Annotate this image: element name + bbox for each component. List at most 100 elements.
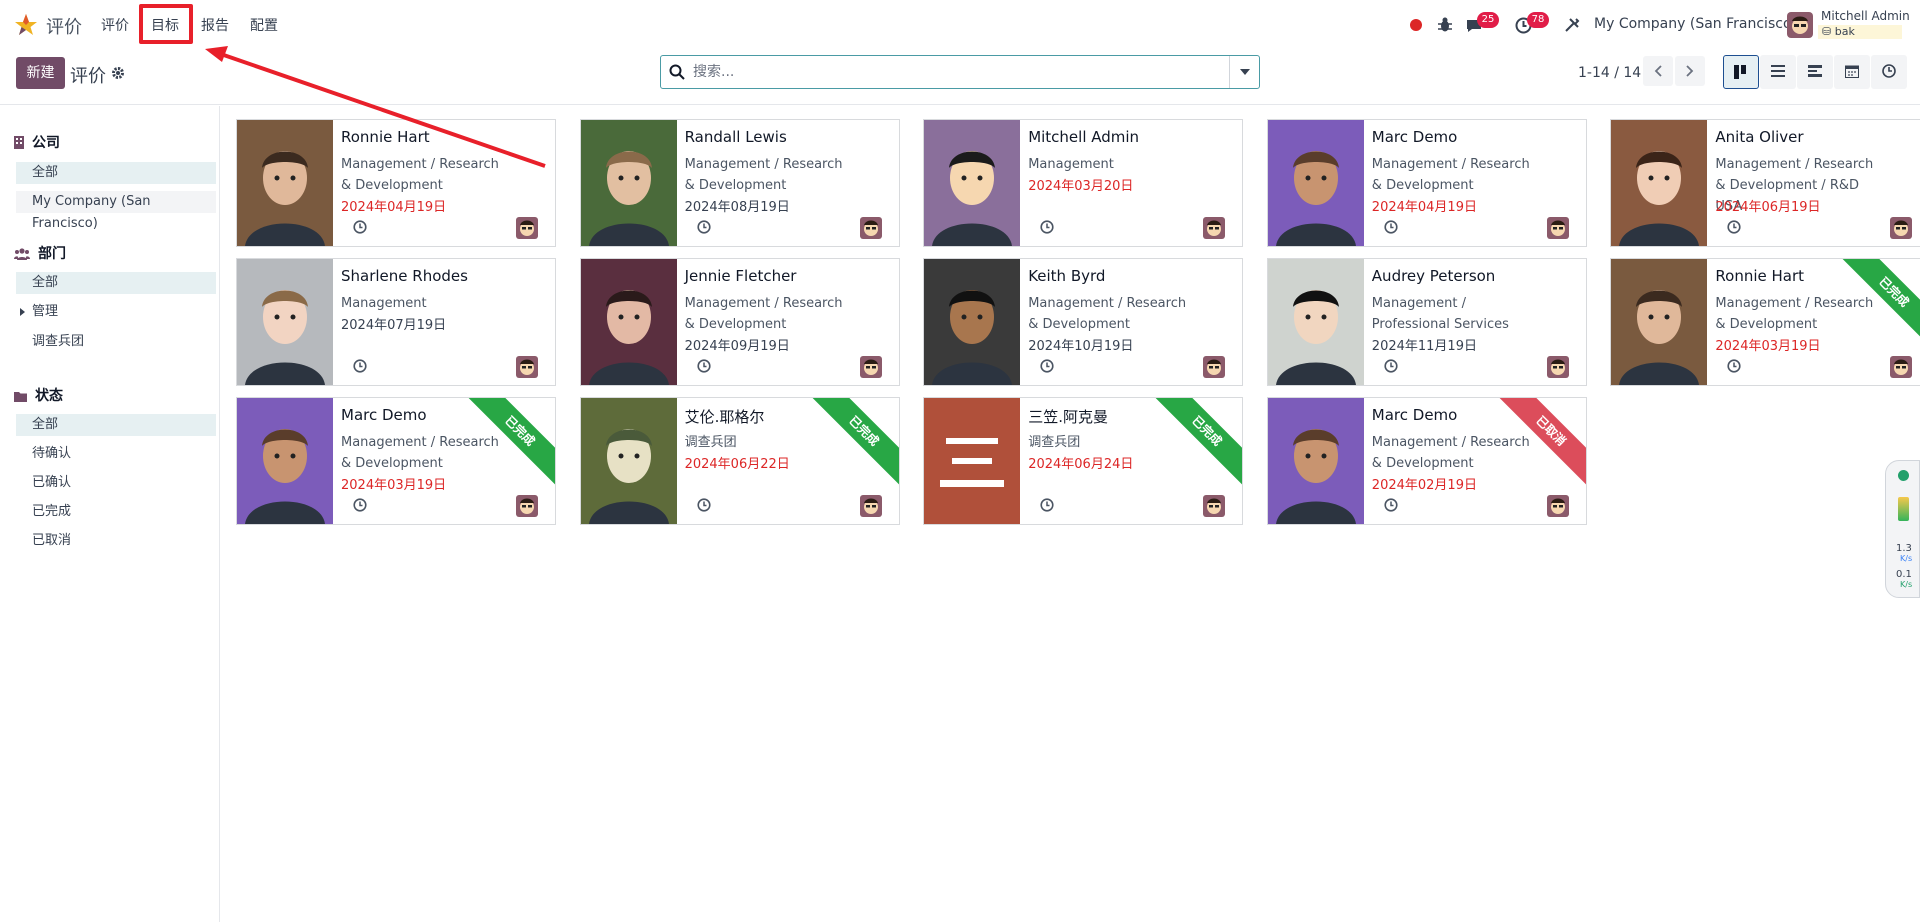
filter-state-all[interactable]: 全部 <box>16 414 216 436</box>
user-avatar[interactable] <box>1787 12 1813 38</box>
activity-clock-icon[interactable] <box>1040 220 1054 234</box>
appraisal-card[interactable]: Ronnie Hart Management / Research & Devel… <box>236 119 556 247</box>
activity-clock-icon[interactable] <box>696 359 711 373</box>
view-list[interactable] <box>1760 55 1796 89</box>
activity-clock-icon[interactable] <box>696 498 711 512</box>
network-monitor-widget[interactable]: 1.3 K/s 0.1 K/s <box>1885 460 1920 598</box>
responsible-avatar[interactable] <box>859 217 882 239</box>
filter-state-confirmed[interactable]: 已确认 <box>16 472 216 494</box>
appraisal-card[interactable]: Sharlene Rhodes Management 2024年07月19日 <box>236 258 556 386</box>
search-options-toggle[interactable] <box>1229 56 1259 88</box>
filter-company-all[interactable]: 全部 <box>16 162 216 184</box>
activity-clock-icon[interactable] <box>1040 498 1054 512</box>
database-label: ⛁ bak <box>1818 25 1902 39</box>
activity-clock-icon[interactable] <box>353 359 367 373</box>
pager-value[interactable]: 1-14 / 14 <box>1578 65 1641 81</box>
filter-state-to-confirm[interactable]: 待确认 <box>16 443 216 465</box>
view-activity[interactable] <box>1797 55 1833 89</box>
responsible-avatar[interactable] <box>1203 356 1226 378</box>
activity-clock-icon[interactable] <box>1384 359 1398 373</box>
activity-clock-icon[interactable] <box>696 220 711 234</box>
employee-name: 艾伦.耶格尔 <box>684 408 765 426</box>
goals-highlight-box <box>139 4 193 44</box>
appraisal-card[interactable]: Marc Demo Management / Research & Develop… <box>1266 119 1587 247</box>
list-icon <box>1771 65 1785 77</box>
responsible-avatar[interactable] <box>1890 356 1913 378</box>
responsible-avatar[interactable] <box>1890 217 1913 239</box>
department-path: 调查兵团 <box>684 435 737 450</box>
appraisal-card[interactable]: Marc Demo Management / Research & Develop… <box>236 397 556 525</box>
filter-department-all[interactable]: 全部 <box>16 272 216 294</box>
appraisal-date: 2024年09月19日 <box>684 339 790 354</box>
responsible-avatar[interactable] <box>516 495 538 517</box>
employee-name: Randall Lewis <box>684 128 787 146</box>
appraisal-card[interactable]: Jennie Fletcher Management / Research & D… <box>579 258 900 386</box>
filter-state-done[interactable]: 已完成 <box>16 501 216 523</box>
kanban-icon <box>1734 65 1746 79</box>
bug-icon[interactable] <box>1438 17 1452 33</box>
employee-name: Ronnie Hart <box>341 128 430 146</box>
filter-department-survey[interactable]: 调查兵团 <box>16 331 216 353</box>
appraisal-card[interactable]: 艾伦.耶格尔 调查兵团 2024年06月22日 已完成 <box>579 397 900 525</box>
appraisal-card[interactable]: Keith Byrd Management / Research & Develo… <box>923 258 1244 386</box>
responsible-avatar[interactable] <box>1546 356 1569 378</box>
pager-next[interactable] <box>1675 56 1705 86</box>
app-logo-icon[interactable] <box>14 13 38 37</box>
appraisal-card[interactable]: Anita Oliver Management / Research & Deve… <box>1610 119 1920 247</box>
new-button[interactable]: 新建 <box>16 57 65 89</box>
employee-name: Marc Demo <box>341 406 427 424</box>
responsible-avatar[interactable] <box>516 356 538 378</box>
responsible-avatar[interactable] <box>516 217 538 239</box>
filter-company-header: 公司 <box>14 132 60 152</box>
responsible-avatar[interactable] <box>859 356 882 378</box>
appraisal-card[interactable]: Audrey Peterson Management / Professional… <box>1266 258 1587 386</box>
appraisal-card[interactable]: 三笠.阿克曼 调查兵团 2024年06月24日 已完成 <box>923 397 1244 525</box>
filter-state-cancelled[interactable]: 已取消 <box>16 530 216 552</box>
gear-icon[interactable] <box>111 66 125 80</box>
filter-department-management[interactable]: 管理 <box>16 301 216 323</box>
view-calendar[interactable] <box>1834 55 1870 89</box>
user-name[interactable]: Mitchell Admin <box>1821 9 1910 23</box>
menu-appraisal[interactable]: 评价 <box>101 15 129 35</box>
filter-company-sf[interactable]: My Company (San Francisco) <box>16 191 216 231</box>
menu-reporting[interactable]: 报告 <box>201 15 229 35</box>
activity-clock-icon[interactable] <box>1384 220 1398 234</box>
status-dot-icon[interactable] <box>1410 19 1422 31</box>
search-bar[interactable] <box>660 55 1260 89</box>
activity-clock-icon[interactable] <box>353 498 367 512</box>
employee-photo <box>924 120 1021 246</box>
tools-icon[interactable] <box>1564 17 1580 33</box>
caret-right-icon[interactable] <box>20 308 25 316</box>
menu-configuration[interactable]: 配置 <box>250 15 278 35</box>
appraisal-card[interactable]: Mitchell Admin Management 2024年03月20日 <box>923 119 1244 247</box>
appraisal-card[interactable]: Marc Demo Management / Research & Develop… <box>1266 397 1587 525</box>
appraisal-date: 2024年06月24日 <box>1028 457 1134 472</box>
app-title[interactable]: 评价 <box>46 13 82 39</box>
department-path: Management / Research & Development <box>1371 435 1530 471</box>
employee-photo <box>1267 259 1364 385</box>
activity-clock-icon[interactable] <box>353 220 367 234</box>
responsible-avatar[interactable] <box>1203 217 1226 239</box>
activity-view-icon <box>1808 65 1822 77</box>
status-green-icon <box>1898 470 1909 481</box>
chevron-right-icon <box>1686 65 1694 77</box>
appraisal-date: 2024年11月19日 <box>1371 339 1477 354</box>
responsible-avatar[interactable] <box>1546 217 1569 239</box>
company-switcher[interactable]: My Company (San Francisco) <box>1594 16 1797 32</box>
activity-clock-icon[interactable] <box>1384 498 1398 512</box>
appraisal-card[interactable]: Randall Lewis Management / Research & Dev… <box>579 119 900 247</box>
filter-department-title: 部门 <box>38 246 66 262</box>
activity-clock-icon[interactable] <box>1727 359 1741 373</box>
activity-clock-icon[interactable] <box>1040 359 1054 373</box>
appraisal-date: 2024年07月19日 <box>341 318 447 333</box>
pager-previous[interactable] <box>1643 56 1673 86</box>
appraisal-card[interactable]: Ronnie Hart Management / Research & Devel… <box>1610 258 1920 386</box>
responsible-avatar[interactable] <box>1203 495 1226 517</box>
view-timeline[interactable] <box>1871 55 1907 89</box>
employee-photo <box>1611 120 1708 246</box>
search-input[interactable] <box>693 62 1193 82</box>
view-kanban[interactable] <box>1723 55 1759 89</box>
responsible-avatar[interactable] <box>859 495 882 517</box>
responsible-avatar[interactable] <box>1546 495 1569 517</box>
activity-clock-icon[interactable] <box>1727 220 1741 234</box>
